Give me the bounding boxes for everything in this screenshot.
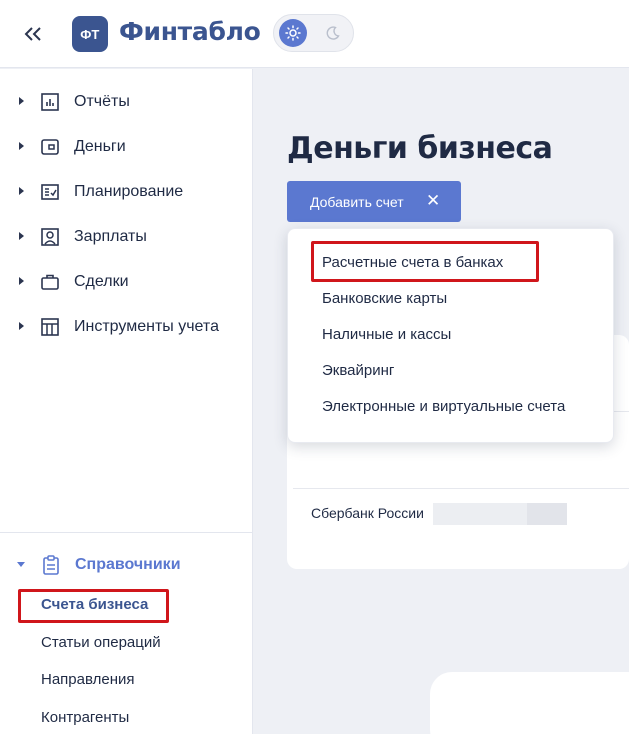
sidebar-subitem-counterparties[interactable]: Контрагенты xyxy=(41,709,129,726)
menu-item-cash[interactable]: Наличные и кассы xyxy=(322,326,451,343)
page-title: Деньги бизнеса xyxy=(287,131,553,166)
expand-arrow-icon xyxy=(19,277,24,285)
expand-arrow-icon xyxy=(19,322,24,330)
sidebar-item-reports[interactable]: Отчёты xyxy=(0,85,253,119)
sidebar-item-deals[interactable]: Сделки xyxy=(0,265,253,299)
menu-item-bank-cards[interactable]: Банковские карты xyxy=(322,290,447,307)
brand-name[interactable]: Финтабло xyxy=(119,17,261,46)
add-account-button[interactable]: Добавить счет ✕ xyxy=(287,181,461,222)
sidebar-item-label: Деньги xyxy=(74,138,126,155)
sidebar-divider xyxy=(0,532,253,533)
top-header: ФТ Финтабло xyxy=(0,0,629,68)
sidebar-item-tools[interactable]: Инструменты учета xyxy=(0,310,253,344)
sidebar-item-planning[interactable]: Планирование xyxy=(0,175,253,209)
double-chevron-left-icon xyxy=(24,27,41,41)
sidebar-subitem-directions[interactable]: Направления xyxy=(41,671,135,688)
wallet-icon xyxy=(41,139,59,155)
user-card-icon xyxy=(41,228,59,246)
sidebar-item-references[interactable]: Справочники xyxy=(0,548,253,582)
moon-icon xyxy=(326,26,340,40)
sidebar-item-money[interactable]: Деньги xyxy=(0,130,253,164)
sidebar-item-label: Сделки xyxy=(74,273,129,290)
clipboard-icon xyxy=(43,555,59,575)
secondary-card xyxy=(430,672,629,734)
collapse-sidebar-button[interactable] xyxy=(18,20,48,48)
menu-item-acquiring[interactable]: Эквайринг xyxy=(322,362,394,379)
dark-theme-option[interactable] xyxy=(319,19,347,47)
sidebar-subitem-operation-items[interactable]: Статьи операций xyxy=(41,634,161,651)
row-divider xyxy=(293,488,629,489)
sidebar-item-label: Планирование xyxy=(74,183,184,200)
menu-item-electronic-accounts[interactable]: Электронные и виртуальные счета xyxy=(322,398,565,415)
logo[interactable]: ФТ xyxy=(72,16,108,52)
briefcase-icon xyxy=(41,274,59,290)
sidebar-item-label: Инструменты учета xyxy=(74,318,219,335)
light-theme-option[interactable] xyxy=(279,19,307,47)
sidebar: Отчёты Деньги Планирование Зарплаты Сдел… xyxy=(0,69,253,734)
table-icon xyxy=(41,318,59,336)
bar-chart-icon xyxy=(41,93,59,111)
menu-item-bank-accounts[interactable]: Расчетные счета в банках xyxy=(322,254,503,271)
add-account-label: Добавить счет xyxy=(310,194,404,210)
account-bank-name[interactable]: Сбербанк России xyxy=(311,505,424,521)
expand-arrow-icon xyxy=(19,187,24,195)
expand-arrow-icon xyxy=(19,232,24,240)
sidebar-item-salaries[interactable]: Зарплаты xyxy=(0,220,253,254)
sidebar-item-label: Справочники xyxy=(75,556,181,573)
close-icon: ✕ xyxy=(426,191,441,210)
sidebar-item-label: Зарплаты xyxy=(74,228,147,245)
logo-text: ФТ xyxy=(80,26,100,42)
sidebar-item-label: Отчёты xyxy=(74,93,130,110)
expand-arrow-icon xyxy=(19,142,24,150)
theme-toggle[interactable] xyxy=(273,14,354,52)
redacted-text xyxy=(527,503,567,525)
collapse-arrow-icon xyxy=(17,562,25,567)
sidebar-subitem-business-accounts[interactable]: Счета бизнеса xyxy=(41,596,148,613)
checklist-icon xyxy=(41,184,59,200)
redacted-text xyxy=(433,503,527,525)
expand-arrow-icon xyxy=(19,97,24,105)
sun-icon xyxy=(285,25,301,41)
